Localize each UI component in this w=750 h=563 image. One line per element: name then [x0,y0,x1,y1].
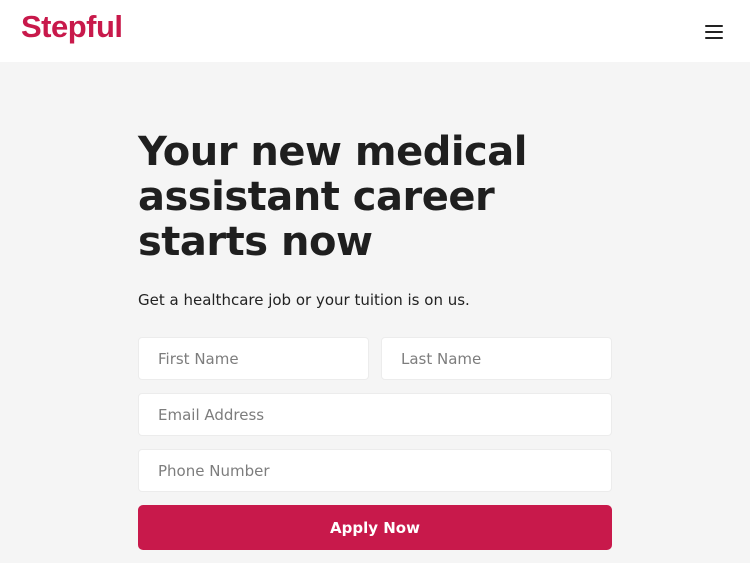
first-name-input[interactable] [138,337,369,380]
hamburger-menu-icon[interactable] [703,24,727,42]
hero-subtitle: Get a healthcare job or your tuition is … [138,291,470,309]
phone-input[interactable] [138,449,612,492]
menu-line [705,37,723,39]
hero-title: Your new medical assistant career starts… [138,129,527,265]
apply-now-button[interactable]: Apply Now [138,505,612,550]
last-name-input[interactable] [381,337,612,380]
stepful-logo[interactable]: Stepful [21,9,123,45]
email-input[interactable] [138,393,612,436]
site-header: Stepful [0,0,750,62]
menu-line [705,25,723,27]
menu-line [705,31,723,33]
